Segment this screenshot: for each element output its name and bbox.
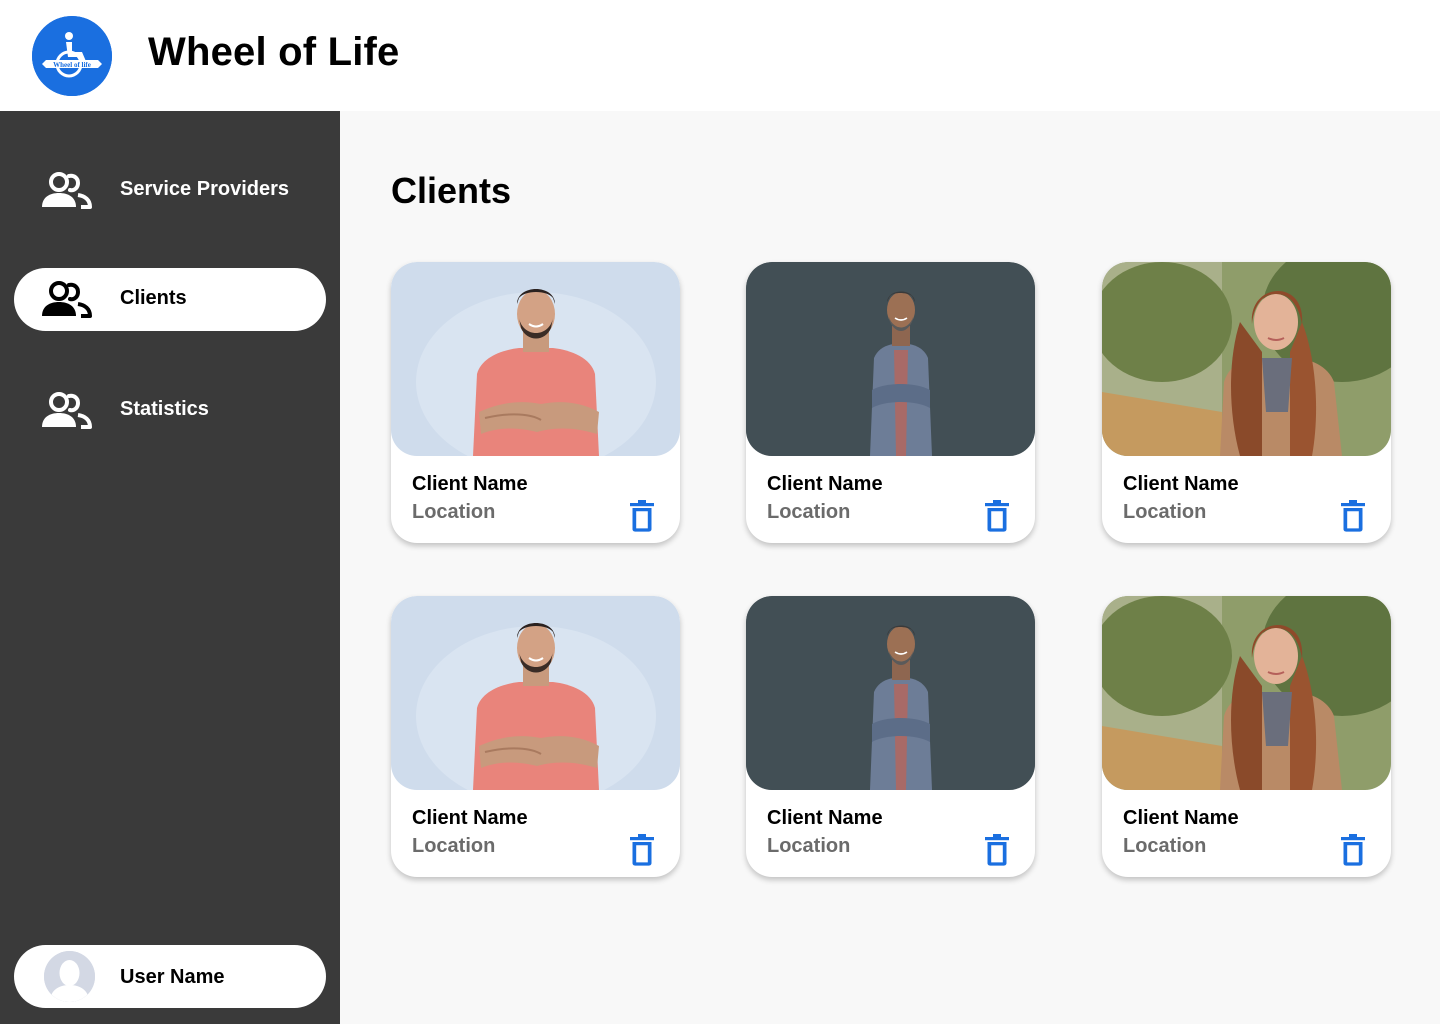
client-location: Location	[1123, 501, 1207, 523]
trash-icon[interactable]	[629, 500, 655, 532]
client-name: Client Name	[1123, 807, 1239, 829]
avatar	[44, 951, 95, 1002]
client-location: Location	[767, 501, 851, 523]
client-name: Client Name	[412, 473, 528, 495]
app-logo[interactable]	[32, 16, 112, 96]
client-name: Client Name	[1123, 473, 1239, 495]
user-profile-button[interactable]: User Name	[14, 945, 326, 1008]
client-location: Location	[767, 835, 851, 857]
client-photo	[1102, 262, 1391, 456]
client-name: Client Name	[767, 807, 883, 829]
client-location: Location	[1123, 835, 1207, 857]
client-name: Client Name	[412, 807, 528, 829]
people-icon	[38, 391, 94, 431]
sidebar-item-label: Service Providers	[120, 178, 289, 200]
wheelchair-logo-icon	[32, 16, 112, 96]
user-name: User Name	[120, 966, 225, 988]
client-name: Client Name	[767, 473, 883, 495]
sidebar-item-clients[interactable]: Clients	[14, 268, 326, 331]
avatar-placeholder-icon	[44, 951, 95, 1002]
trash-icon[interactable]	[629, 834, 655, 866]
client-card[interactable]: Client Name Location	[391, 596, 680, 877]
sidebar-item-label: Clients	[120, 287, 187, 309]
client-card[interactable]: Client Name Location	[391, 262, 680, 543]
client-photo	[391, 262, 680, 456]
client-card[interactable]: Client Name Location	[746, 262, 1035, 543]
client-location: Location	[412, 835, 496, 857]
sidebar: Service Providers Clients Statistics Use…	[0, 111, 340, 1024]
people-icon	[38, 171, 94, 211]
sidebar-item-label: Statistics	[120, 398, 209, 420]
sidebar-item-service-providers[interactable]: Service Providers	[14, 159, 326, 222]
client-card[interactable]: Client Name Location	[1102, 262, 1391, 543]
trash-icon[interactable]	[984, 500, 1010, 532]
app-title: Wheel of Life	[148, 30, 400, 74]
client-card[interactable]: Client Name Location	[1102, 596, 1391, 877]
client-photo	[746, 596, 1035, 790]
client-photo	[1102, 596, 1391, 790]
client-card[interactable]: Client Name Location	[746, 596, 1035, 877]
people-icon	[38, 280, 94, 320]
client-photo	[746, 262, 1035, 456]
trash-icon[interactable]	[984, 834, 1010, 866]
client-location: Location	[412, 501, 496, 523]
sidebar-item-statistics[interactable]: Statistics	[14, 379, 326, 442]
trash-icon[interactable]	[1340, 834, 1366, 866]
top-bar: Wheel of Life	[0, 0, 1440, 111]
client-photo	[391, 596, 680, 790]
page-title: Clients	[391, 170, 512, 211]
trash-icon[interactable]	[1340, 500, 1366, 532]
